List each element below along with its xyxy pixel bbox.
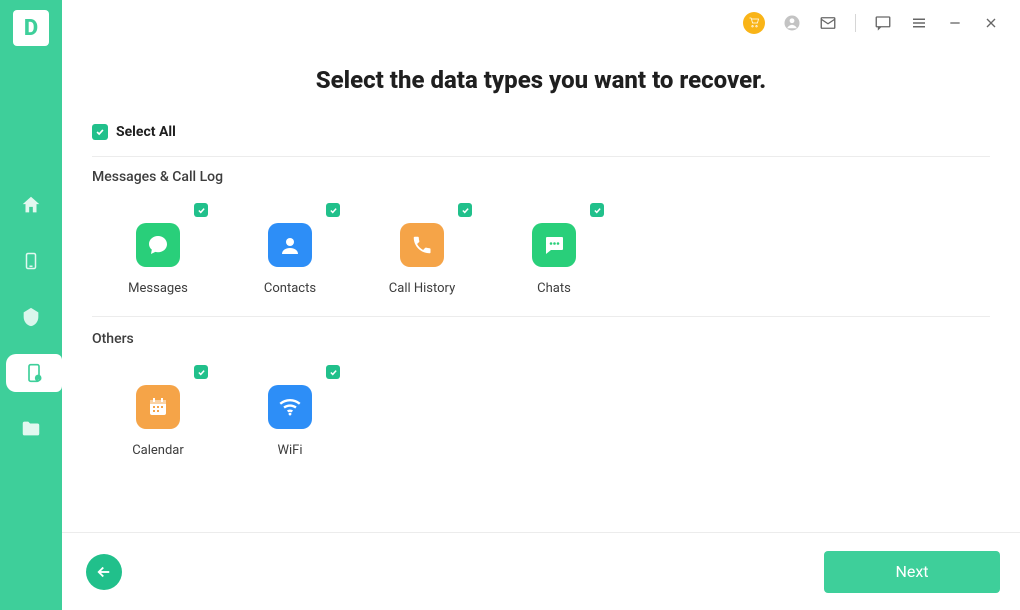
item-checkbox[interactable] (458, 203, 472, 217)
section-title: Others (92, 331, 990, 347)
cart-icon (748, 17, 760, 29)
back-button[interactable] (86, 554, 122, 590)
check-icon (197, 368, 206, 377)
menu-icon (910, 14, 928, 32)
page-title: Select the data types you want to recove… (92, 66, 990, 94)
item-checkbox[interactable] (194, 365, 208, 379)
close-button[interactable] (982, 14, 1000, 32)
calendar-tile (136, 385, 180, 429)
data-item-messages[interactable]: Messages (92, 197, 224, 296)
data-item-wifi[interactable]: WiFi (224, 359, 356, 458)
call-history-tile (400, 223, 444, 267)
mail-button[interactable] (819, 14, 837, 32)
titlebar (62, 0, 1020, 46)
check-icon (461, 206, 470, 215)
titlebar-separator (855, 14, 856, 32)
data-item-chats[interactable]: Chats (488, 197, 620, 296)
chat-icon (542, 233, 566, 257)
section-grid-others: Calendar WiFi (92, 359, 990, 478)
item-label: Contacts (264, 281, 316, 296)
item-label: WiFi (277, 443, 302, 458)
messages-tile (136, 223, 180, 267)
person-icon (278, 233, 302, 257)
mail-icon (819, 13, 837, 33)
item-label: Call History (389, 281, 455, 296)
footer: Next (62, 532, 1020, 610)
chats-tile (532, 223, 576, 267)
contacts-tile (268, 223, 312, 267)
close-icon (983, 15, 999, 31)
sidebar: D ! (0, 0, 62, 610)
item-checkbox[interactable] (194, 203, 208, 217)
backup-icon (20, 306, 42, 328)
minimize-button[interactable] (946, 14, 964, 32)
sidebar-item-folder[interactable] (12, 410, 50, 448)
menu-button[interactable] (910, 14, 928, 32)
phone-icon (411, 234, 433, 256)
cart-button[interactable] (743, 12, 765, 34)
item-label: Calendar (132, 443, 184, 458)
calendar-icon (146, 395, 170, 419)
content: Select the data types you want to recove… (62, 46, 1020, 532)
arrow-left-icon (95, 563, 113, 581)
item-label: Messages (128, 281, 188, 296)
user-icon (783, 13, 801, 33)
main-area: Select the data types you want to recove… (62, 0, 1020, 610)
check-icon (197, 206, 206, 215)
data-item-contacts[interactable]: Contacts (224, 197, 356, 296)
home-icon (20, 194, 42, 216)
feedback-icon (874, 13, 892, 33)
minimize-icon (947, 15, 963, 31)
item-label: Chats (537, 281, 571, 296)
select-all-checkbox[interactable] (92, 124, 108, 140)
section-grid-messages: Messages Contacts Call History (92, 197, 990, 317)
feedback-button[interactable] (874, 14, 892, 32)
sidebar-item-phone-alert[interactable]: ! (6, 354, 62, 392)
data-item-calendar[interactable]: Calendar (92, 359, 224, 458)
message-icon (146, 233, 170, 257)
section-title: Messages & Call Log (92, 169, 990, 185)
check-icon (329, 368, 338, 377)
check-icon (329, 206, 338, 215)
phone-device-icon (22, 250, 40, 272)
select-all-label: Select All (116, 124, 176, 140)
phone-alert-icon: ! (24, 362, 44, 384)
app-window: D ! (0, 0, 1020, 610)
select-all-row[interactable]: Select All (92, 124, 990, 157)
wifi-tile (268, 385, 312, 429)
sidebar-item-phone[interactable] (12, 242, 50, 280)
sidebar-item-home[interactable] (12, 186, 50, 224)
item-checkbox[interactable] (326, 203, 340, 217)
data-item-call-history[interactable]: Call History (356, 197, 488, 296)
check-icon (95, 127, 105, 137)
folder-icon (20, 418, 42, 440)
user-button[interactable] (783, 14, 801, 32)
next-button[interactable]: Next (824, 551, 1000, 593)
sidebar-item-backup[interactable] (12, 298, 50, 336)
item-checkbox[interactable] (326, 365, 340, 379)
app-logo: D (13, 10, 49, 46)
item-checkbox[interactable] (590, 203, 604, 217)
check-icon (593, 206, 602, 215)
wifi-icon (277, 394, 303, 420)
